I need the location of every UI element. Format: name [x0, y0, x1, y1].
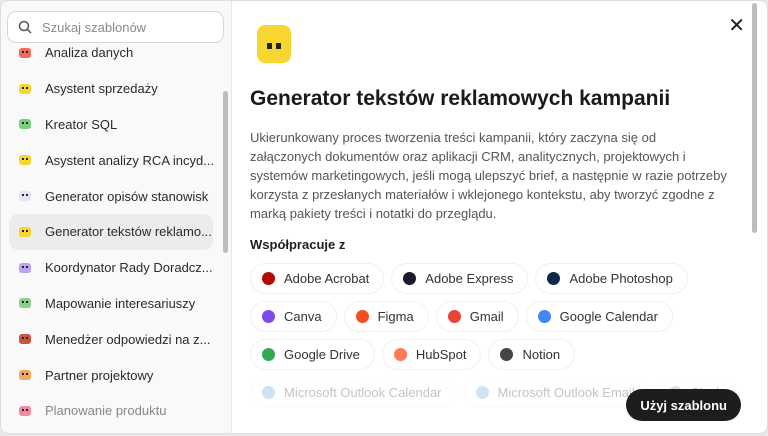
sidebar-item-label: Asystent sprzedaży: [45, 81, 158, 97]
integration-label: HubSpot: [415, 347, 467, 362]
integration-chip: Adobe Acrobat: [250, 263, 385, 294]
template-dialog: Analiza danych Asystent sprzedaży Kreator …: [0, 0, 768, 434]
integration-logo-icon: [262, 310, 275, 323]
integration-logo-icon: [537, 310, 551, 323]
sidebar-item-label: Koordynator Rady Doradcz...: [45, 260, 213, 276]
sidebar-item-label: Analiza danych: [45, 45, 134, 61]
integration-logo-icon: [447, 310, 461, 323]
integration-label: Microsoft Outlook Email: [497, 385, 635, 400]
sidebar-item[interactable]: Koordynator Rady Doradcz...: [9, 250, 213, 286]
sidebar-item-label: Partner projektowy: [45, 367, 154, 383]
integrations-list: Adobe Acrobat Adobe Express Adobe Photosho…: [250, 263, 750, 408]
template-sidebar: Analiza danych Asystent sprzedaży Kreator …: [1, 1, 232, 433]
sidebar-item[interactable]: Generator opisów stanowisk: [9, 178, 213, 214]
integration-logo-icon: [500, 348, 514, 361]
template-avatar-icon: [19, 191, 31, 202]
integration-label: Microsoft Outlook Calendar: [284, 385, 442, 400]
integration-logo-icon: [355, 310, 369, 323]
sidebar-item[interactable]: Mapowanie interesariuszy: [9, 286, 213, 322]
sidebar-item-label: Menedżer odpowiedzi na z...: [45, 331, 211, 347]
search-input[interactable]: [42, 19, 202, 35]
sidebar-item[interactable]: Kreator SQL: [9, 107, 213, 143]
template-avatar-icon: [19, 334, 31, 345]
template-avatar-icon: [19, 83, 31, 94]
template-avatar-icon: [19, 155, 31, 166]
template-avatar-icon: [19, 119, 31, 130]
template-hero-icon: [257, 25, 291, 63]
sidebar-scrollbar[interactable]: [223, 91, 228, 253]
template-avatar-icon: [19, 298, 31, 309]
integration-chip: HubSpot: [381, 339, 482, 370]
integration-chip: Figma: [343, 301, 429, 332]
integration-chip: Google Drive: [250, 339, 375, 370]
integration-chip: Google Calendar: [525, 301, 673, 332]
integration-logo-icon: [547, 272, 561, 285]
integration-logo-icon: [262, 386, 275, 399]
works-with-heading: Współpracuje z: [250, 237, 346, 252]
sidebar-item-label: Kreator SQL: [45, 116, 118, 132]
template-avatar-icon: [19, 262, 31, 273]
integration-label: Gmail: [469, 309, 504, 324]
sidebar-item-label: Asystent analizy RCA incyd...: [45, 152, 213, 168]
sidebar-item[interactable]: Menedżer odpowiedzi na z...: [9, 321, 213, 357]
sidebar-item-label: Generator opisów stanowisk: [45, 188, 209, 204]
template-avatar-icon: [19, 370, 31, 381]
integration-logo-icon: [403, 272, 417, 285]
integration-logo-icon: [262, 272, 275, 285]
integration-label: Adobe Express: [425, 271, 514, 286]
sidebar-item[interactable]: Analiza danych: [9, 35, 213, 71]
integration-label: Canva: [284, 309, 322, 324]
sidebar-item-label: Generator tekstów reklamo...: [45, 224, 212, 240]
integration-logo-icon: [262, 348, 275, 361]
template-avatar-icon: [19, 47, 31, 58]
template-avatar-icon: [19, 226, 31, 237]
integration-chip: Canva: [250, 301, 337, 332]
sidebar-item[interactable]: Asystent analizy RCA incyd...: [9, 142, 213, 178]
template-list: Analiza danych Asystent sprzedaży Kreator …: [9, 35, 213, 429]
integration-label: Google Drive: [284, 347, 360, 362]
integration-label: Notion: [522, 347, 561, 362]
integration-chip: Adobe Photoshop: [535, 263, 688, 294]
integration-chip: Microsoft Outlook Calendar: [250, 377, 457, 408]
sidebar-item[interactable]: Generator tekstów reklamo...: [9, 213, 213, 250]
page-title: Generator tekstów reklamowych kampanii: [250, 87, 671, 110]
integration-chip: Microsoft Outlook Email: [463, 377, 650, 408]
integration-logo-icon: [475, 386, 489, 399]
template-description: Ukierunkowany proces tworzenia treści ka…: [250, 130, 727, 221]
main-scrollbar[interactable]: [752, 3, 757, 233]
sidebar-item[interactable]: Planowanie produktu: [9, 393, 213, 429]
template-details: ✕ Generator tekstów reklamowych kampanii…: [233, 1, 767, 433]
template-avatar-icon: [19, 405, 31, 416]
integration-label: Google Calendar: [559, 309, 658, 324]
integration-label: Adobe Photoshop: [569, 271, 673, 286]
integration-chip: Gmail: [435, 301, 519, 332]
use-template-button[interactable]: Użyj szablonu: [626, 389, 741, 421]
integration-logo-icon: [393, 348, 407, 361]
search-icon: [18, 20, 32, 34]
sidebar-item-label: Planowanie produktu: [45, 403, 167, 419]
sidebar-item-label: Mapowanie interesariuszy: [45, 295, 196, 311]
integration-chip: Adobe Express: [391, 263, 529, 294]
sidebar-item[interactable]: Partner projektowy: [9, 357, 213, 393]
integration-label: Figma: [377, 309, 414, 324]
integration-chip: Notion: [488, 339, 576, 370]
sidebar-item[interactable]: Asystent sprzedaży: [9, 71, 213, 107]
close-icon[interactable]: ✕: [728, 13, 745, 38]
integration-label: Adobe Acrobat: [284, 271, 370, 286]
